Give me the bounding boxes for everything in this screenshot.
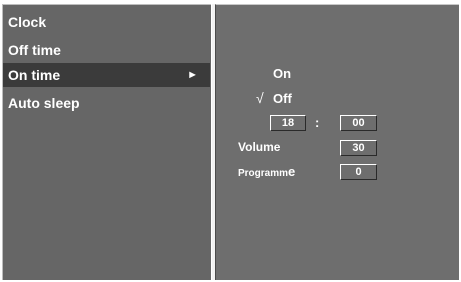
menu-item-off-time[interactable]: Off time [3,38,210,62]
programme-label-prefix: Programm [238,168,289,179]
menu-item-on-time[interactable]: On time ► [3,63,210,87]
menu-item-label: Clock [8,14,47,30]
volume-label: Volume [238,140,281,154]
programme-field[interactable]: 0 [340,164,377,180]
volume-field[interactable]: 30 [340,140,377,156]
menu-item-auto-sleep[interactable]: Auto sleep [3,91,210,115]
hour-field[interactable]: 18 [270,115,306,131]
check-mark-icon: √ [256,90,264,106]
time-separator: : [315,115,320,130]
option-off[interactable]: Off [273,91,292,106]
programme-label: Programme [238,164,295,179]
menu-item-clock[interactable]: Clock [3,10,210,34]
menu-panel: Clock Off time On time ► Auto sleep [2,4,211,280]
option-on[interactable]: On [273,66,291,81]
menu-item-label: On time [8,67,61,83]
play-arrow-icon: ► [187,69,198,81]
programme-label-suffix: e [288,164,296,179]
minute-field[interactable]: 00 [340,115,377,131]
menu-item-label: Off time [8,42,61,58]
menu-item-label: Auto sleep [8,95,80,111]
on-time-submenu: On √ Off 18 : 00 Volume 30 Programme 0 [215,4,459,280]
